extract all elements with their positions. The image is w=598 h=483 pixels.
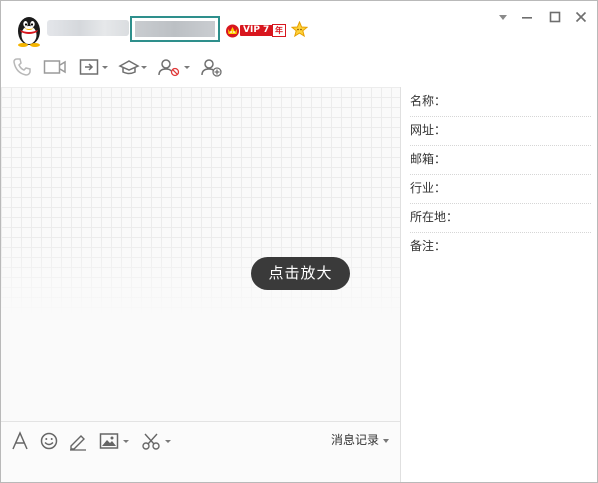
remark-name-box[interactable] xyxy=(130,16,220,42)
message-history-label: 消息记录 xyxy=(331,433,380,447)
pen-icon[interactable] xyxy=(68,431,88,451)
chat-header: VIP 7 年 xyxy=(1,1,597,87)
share-screen-icon[interactable] xyxy=(79,57,109,77)
screenshot-scissors-icon[interactable] xyxy=(141,431,173,451)
contact-info-panel: 名称： 网址： 邮箱： 行业： 所在地： 备注： xyxy=(401,87,597,482)
info-label: 名称： xyxy=(410,94,447,108)
chat-window: VIP 7 年 点击放大 消息记录 名称： 网址： 邮箱： 行业： 所在地： 备… xyxy=(0,0,598,483)
vip-crown-icon xyxy=(226,24,239,38)
info-label: 备注： xyxy=(410,239,447,253)
vip-year-text: 年 xyxy=(272,24,286,37)
vip-level-tag: VIP 7 年 xyxy=(240,24,286,37)
minimize-icon[interactable] xyxy=(519,9,535,25)
info-field-email: 邮箱： xyxy=(410,145,591,175)
zoom-hint-tooltip[interactable]: 点击放大 xyxy=(251,257,350,290)
info-label: 网址： xyxy=(410,123,447,137)
app-hat-icon[interactable] xyxy=(118,57,148,77)
image-icon[interactable] xyxy=(99,431,131,451)
chevron-down-icon xyxy=(383,438,390,443)
video-call-icon[interactable] xyxy=(43,57,67,77)
info-label: 邮箱： xyxy=(410,152,447,166)
info-field-industry: 行业： xyxy=(410,174,591,204)
font-icon[interactable] xyxy=(11,431,29,451)
info-label: 行业： xyxy=(410,181,447,195)
qq-penguin-avatar[interactable] xyxy=(13,13,45,47)
info-field-location: 所在地： xyxy=(410,203,591,233)
info-field-note: 备注： xyxy=(410,232,591,261)
message-history-button[interactable]: 消息记录 xyxy=(331,431,390,449)
maximize-icon[interactable] xyxy=(547,9,563,25)
emoji-icon[interactable] xyxy=(39,431,59,451)
star-icon[interactable] xyxy=(291,21,308,38)
block-user-icon[interactable] xyxy=(157,57,191,77)
input-toolbar: 消息记录 xyxy=(1,421,400,482)
add-contact-icon[interactable] xyxy=(200,57,224,77)
info-field-website: 网址： xyxy=(410,116,591,146)
phone-icon[interactable] xyxy=(12,57,32,77)
close-icon[interactable] xyxy=(573,9,589,25)
info-label: 所在地： xyxy=(410,210,459,224)
info-field-name: 名称： xyxy=(410,87,591,117)
vip-level-text: VIP 7 xyxy=(243,25,270,35)
message-area[interactable]: 点击放大 xyxy=(1,87,400,421)
dropdown-arrow-icon[interactable] xyxy=(495,9,511,25)
contact-name-blurred xyxy=(47,20,129,36)
